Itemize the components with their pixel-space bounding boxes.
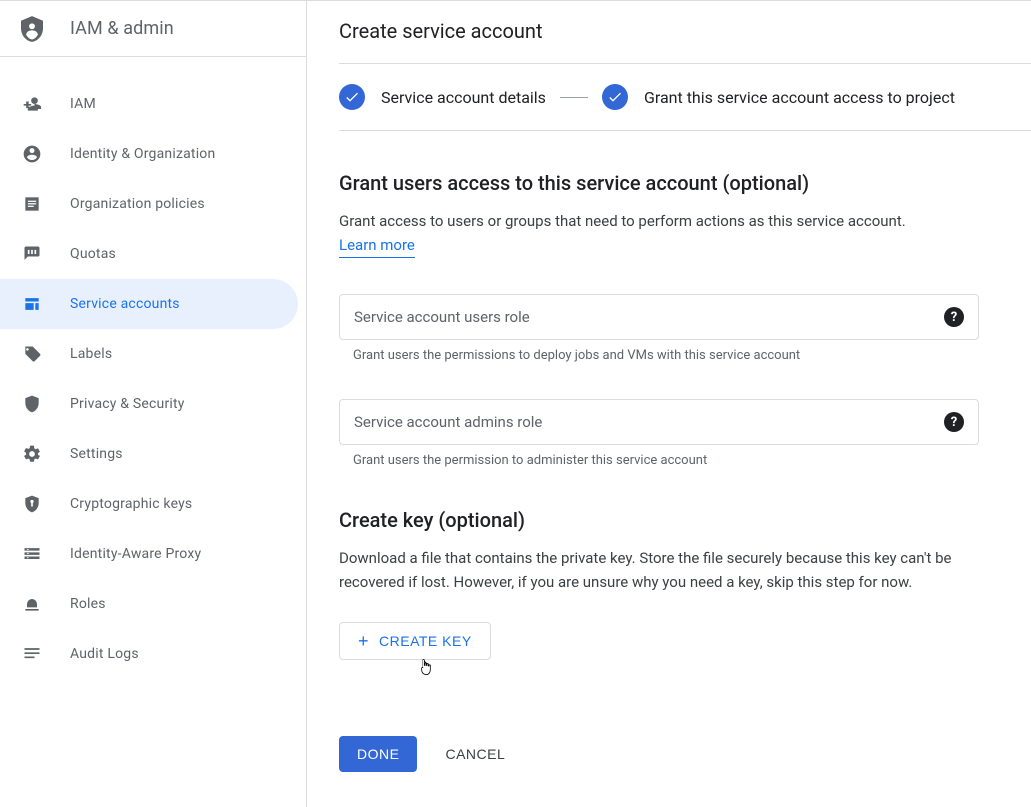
section-description: Download a file that contains the privat… (339, 546, 999, 594)
sidebar-item-privacy-security[interactable]: Privacy & Security (0, 379, 306, 429)
person-circle-icon (20, 142, 44, 166)
sidebar-item-label: Organization policies (70, 196, 205, 212)
shield-person-icon (20, 17, 44, 41)
description-text: Grant access to users or groups that nee… (339, 212, 906, 230)
sidebar-item-org-policies[interactable]: Organization policies (0, 179, 306, 229)
person-add-icon (20, 92, 44, 116)
admins-role-field-group: Service account admins role ? Grant user… (339, 399, 979, 468)
sidebar-item-iam[interactable]: IAM (0, 79, 306, 129)
sidebar-item-label: Identity-Aware Proxy (70, 546, 201, 562)
grant-users-section: Grant users access to this service accou… (339, 131, 1031, 468)
stepper-step-2[interactable]: Grant this service account access to pro… (602, 84, 955, 110)
sidebar-item-audit-logs[interactable]: Audit Logs (0, 629, 306, 679)
sidebar-title: IAM & admin (70, 18, 174, 39)
shield-small-icon (20, 392, 44, 416)
sidebar-item-labels[interactable]: Labels (0, 329, 306, 379)
input-helper-text: Grant users the permissions to deploy jo… (353, 348, 979, 363)
sidebar-item-label: Roles (70, 596, 106, 612)
sidebar-item-label: IAM (70, 96, 96, 112)
done-button[interactable]: DONE (339, 736, 417, 772)
sidebar-item-settings[interactable]: Settings (0, 429, 306, 479)
sidebar-item-quotas[interactable]: Quotas (0, 229, 306, 279)
section-heading: Grant users access to this service accou… (339, 171, 999, 195)
sidebar-item-label: Settings (70, 446, 123, 462)
sidebar-item-crypto-keys[interactable]: Cryptographic keys (0, 479, 306, 529)
users-role-field-group: Service account users role ? Grant users… (339, 294, 979, 363)
sidebar-item-label: Quotas (70, 246, 116, 262)
create-key-button[interactable]: + CREATE KEY (339, 622, 491, 660)
quota-icon (20, 242, 44, 266)
page-title: Create service account (339, 1, 1031, 63)
input-placeholder: Service account admins role (354, 413, 542, 431)
section-description: Grant access to users or groups that nee… (339, 209, 999, 258)
sidebar-item-label: Service accounts (70, 296, 180, 312)
proxy-icon (20, 542, 44, 566)
sidebar-item-roles[interactable]: Roles (0, 579, 306, 629)
check-circle-icon (602, 84, 628, 110)
policy-doc-icon (20, 192, 44, 216)
section-heading: Create key (optional) (339, 508, 999, 532)
sidebar-item-label: Cryptographic keys (70, 496, 192, 512)
main-content: Create service account Service account d… (307, 1, 1031, 807)
step-label: Service account details (381, 88, 546, 107)
sidebar-item-label: Privacy & Security (70, 396, 185, 412)
button-label: CREATE KEY (379, 633, 472, 649)
sidebar-item-identity-org[interactable]: Identity & Organization (0, 129, 306, 179)
sidebar-item-label: Audit Logs (70, 646, 139, 662)
step-label: Grant this service account access to pro… (644, 88, 955, 107)
sidebar-item-label: Identity & Organization (70, 146, 215, 162)
sidebar-header: IAM & admin (0, 1, 306, 57)
key-shield-icon (20, 492, 44, 516)
roles-icon (20, 592, 44, 616)
sidebar-item-service-accounts[interactable]: Service accounts (0, 279, 298, 329)
sidebar-item-label: Labels (70, 346, 112, 362)
plus-icon: + (358, 632, 369, 650)
gear-icon (20, 442, 44, 466)
sidebar: IAM & admin IAM Identity & Organization … (0, 1, 307, 807)
help-icon[interactable]: ? (944, 307, 964, 327)
sidebar-nav: IAM Identity & Organization Organization… (0, 57, 306, 679)
list-icon (20, 642, 44, 666)
service-account-icon (20, 292, 44, 316)
stepper: Service account details Grant this servi… (339, 63, 1031, 131)
input-placeholder: Service account users role (354, 308, 530, 326)
service-account-admins-input[interactable]: Service account admins role ? (339, 399, 979, 445)
learn-more-link[interactable]: Learn more (339, 233, 415, 258)
service-account-users-input[interactable]: Service account users role ? (339, 294, 979, 340)
help-icon[interactable]: ? (944, 412, 964, 432)
cancel-button[interactable]: CANCEL (445, 746, 505, 762)
form-actions: DONE CANCEL (339, 736, 999, 772)
create-key-section: Create key (optional) Download a file th… (339, 468, 1031, 772)
input-helper-text: Grant users the permission to administer… (353, 453, 979, 468)
check-circle-icon (339, 84, 365, 110)
sidebar-item-iap[interactable]: Identity-Aware Proxy (0, 529, 306, 579)
stepper-separator (560, 97, 588, 98)
stepper-step-1[interactable]: Service account details (339, 84, 546, 110)
tag-icon (20, 342, 44, 366)
cursor-pointer-icon (417, 658, 433, 678)
